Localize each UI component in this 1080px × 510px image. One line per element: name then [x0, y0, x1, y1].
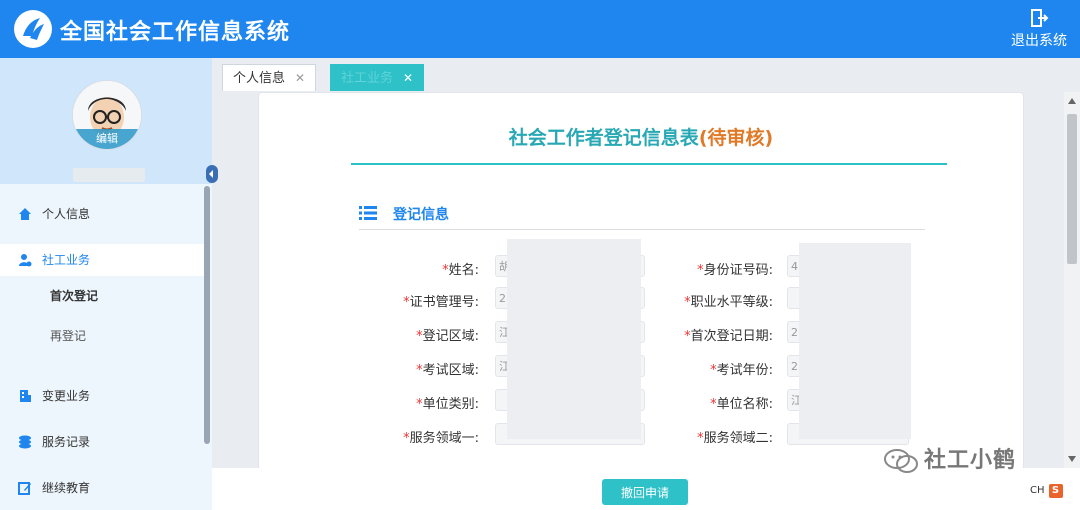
logout-label: 退出系统: [1011, 33, 1067, 49]
submenu-item-first-registration[interactable]: 首次登记: [0, 280, 204, 312]
field-level-label: *职业水平等级:: [684, 295, 773, 310]
field-service-area1-label: *服务领域一:: [403, 431, 479, 446]
review-status: (待审核): [698, 127, 774, 149]
user-icon: [19, 254, 32, 267]
avatar[interactable]: 编辑: [72, 80, 142, 150]
sidebar: 编辑 个人信息 社工业务 首次登记 再登记 变更业务 服务记录 继续教育: [0, 58, 218, 510]
sidebar-item-social-work[interactable]: 社工业务: [0, 244, 204, 276]
wechat-icon: [884, 449, 918, 473]
logout-icon: [1031, 9, 1049, 27]
app-title: 全国社会工作信息系统: [60, 20, 291, 45]
field-service-area2-label: *服务领域二:: [697, 431, 773, 446]
app-header: 全国社会工作信息系统 退出系统: [0, 0, 1080, 58]
home-icon: [19, 208, 31, 220]
field-name-label: *姓名:: [442, 263, 479, 278]
building-icon: [20, 390, 31, 402]
scroll-down-icon[interactable]: [1068, 456, 1076, 462]
form-title-text: 社会工作者登记信息表: [508, 127, 699, 149]
sidebar-item-label: 服务记录: [42, 435, 91, 449]
sidebar-item-personal-info[interactable]: 个人信息: [0, 198, 204, 230]
app-logo-icon: [14, 10, 52, 48]
close-icon[interactable]: ✕: [295, 71, 305, 85]
field-id-number-label: *身份证号码:: [697, 263, 773, 278]
submenu-item-re-registration[interactable]: 再登记: [0, 320, 204, 352]
sidebar-item-label: 个人信息: [42, 207, 91, 221]
tab-label: 个人信息: [233, 71, 286, 86]
field-certificate-label: *证书管理号:: [403, 295, 479, 310]
close-icon[interactable]: ✕: [403, 71, 413, 85]
layers-icon: [19, 435, 31, 449]
tab-bar: 个人信息 ✕ 社工业务 ✕: [212, 58, 1080, 92]
sidebar-collapse-icon[interactable]: [206, 165, 218, 183]
scroll-thumb[interactable]: [1067, 114, 1077, 264]
title-divider: [351, 163, 947, 165]
field-exam-area-label: *考试区域:: [416, 363, 479, 378]
field-first-date-label: *首次登记日期:: [684, 329, 773, 344]
withdraw-application-button[interactable]: 撤回申请: [602, 479, 688, 505]
section-title: 登记信息: [393, 207, 449, 223]
privacy-mask-right: [799, 243, 911, 439]
sidebar-menu: 个人信息 社工业务 首次登记 再登记 变更业务 服务记录 继续教育: [0, 196, 204, 504]
tab-personal-info[interactable]: 个人信息 ✕: [222, 64, 317, 91]
sidebar-item-change-business[interactable]: 变更业务: [0, 380, 204, 412]
ime-logo-icon: S: [1048, 484, 1063, 498]
profile-panel: 编辑: [0, 58, 212, 184]
scroll-up-icon[interactable]: [1068, 98, 1076, 104]
field-registration-area-label: *登记区域:: [416, 329, 479, 344]
logout-button[interactable]: 退出系统: [1006, 6, 1072, 52]
tab-label: 社工业务: [341, 71, 394, 86]
content-area: 社会工作者登记信息表(待审核) 登记信息 *姓名: 胡 *证书管理号: 2 *登…: [218, 92, 1064, 470]
watermark: 社工小鹤: [884, 442, 1016, 482]
username-placeholder: [73, 168, 145, 182]
ime-indicator[interactable]: CH S: [1030, 484, 1063, 502]
registration-form: 社会工作者登记信息表(待审核) 登记信息 *姓名: 胡 *证书管理号: 2 *登…: [258, 92, 1024, 470]
sidebar-scrollbar[interactable]: [204, 186, 210, 444]
list-icon: [359, 206, 377, 220]
page-scrollbar[interactable]: [1064, 92, 1080, 468]
form-title: 社会工作者登记信息表(待审核): [259, 123, 1023, 150]
sidebar-item-label: 变更业务: [42, 389, 91, 403]
ime-language: CH: [1030, 485, 1045, 496]
field-unit-name-label: *单位名称:: [710, 397, 773, 412]
tab-social-work[interactable]: 社工业务 ✕: [330, 64, 425, 91]
avatar-edit-label[interactable]: 编辑: [73, 129, 141, 149]
edit-icon: [18, 482, 31, 495]
sidebar-item-label: 社工业务: [42, 253, 91, 267]
watermark-text: 社工小鹤: [924, 448, 1017, 473]
field-unit-type-label: *单位类别:: [416, 397, 479, 412]
sidebar-item-label: 继续教育: [42, 481, 91, 495]
section-header: 登记信息: [359, 201, 925, 230]
privacy-mask-left: [507, 239, 641, 439]
field-exam-year-label: *考试年份:: [710, 363, 773, 378]
sidebar-item-service-records[interactable]: 服务记录: [0, 426, 204, 458]
sidebar-item-continuing-education[interactable]: 继续教育: [0, 472, 204, 504]
